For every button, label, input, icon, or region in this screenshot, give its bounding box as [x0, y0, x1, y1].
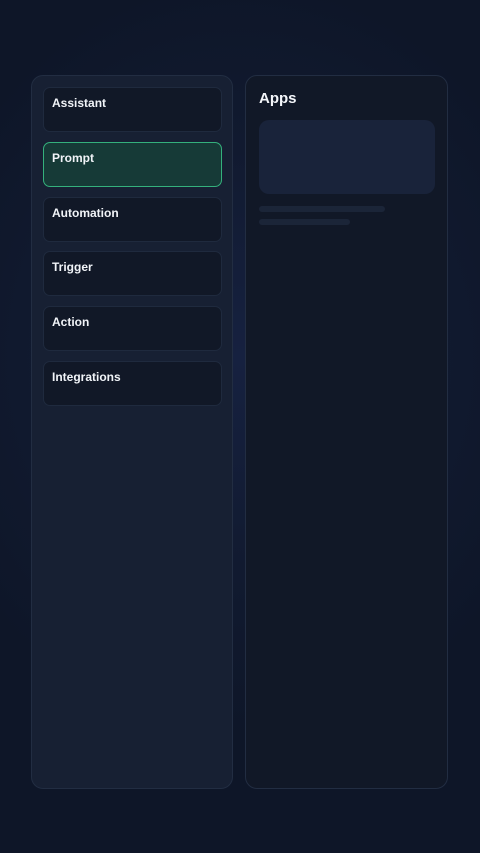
sidebar-item-label: Prompt — [52, 151, 94, 165]
apps-panel: Apps — [245, 75, 448, 789]
sidebar-item-integrations[interactable]: Integrations — [43, 361, 222, 406]
sidebar-item-trigger[interactable]: Trigger — [43, 251, 222, 296]
sidebar-item-label: Assistant — [52, 96, 107, 110]
sidebar-item-automation[interactable]: Automation — [43, 197, 222, 242]
sidebar-item-action[interactable]: Action — [43, 306, 222, 351]
loading-line-placeholder — [259, 206, 385, 212]
loading-card-placeholder — [259, 120, 435, 194]
sidebar-item-prompt[interactable]: Prompt — [43, 142, 222, 187]
panel-title: Apps — [259, 90, 297, 107]
sidebar-item-label: Trigger — [52, 260, 93, 274]
loading-line-placeholder — [259, 219, 350, 225]
category-sidebar: Assistant Prompt Automation Trigger Acti… — [31, 75, 233, 789]
sidebar-item-label: Integrations — [52, 370, 121, 384]
sidebar-item-assistant[interactable]: Assistant — [43, 87, 222, 132]
sidebar-item-label: Action — [52, 315, 90, 329]
sidebar-item-label: Automation — [52, 206, 119, 220]
